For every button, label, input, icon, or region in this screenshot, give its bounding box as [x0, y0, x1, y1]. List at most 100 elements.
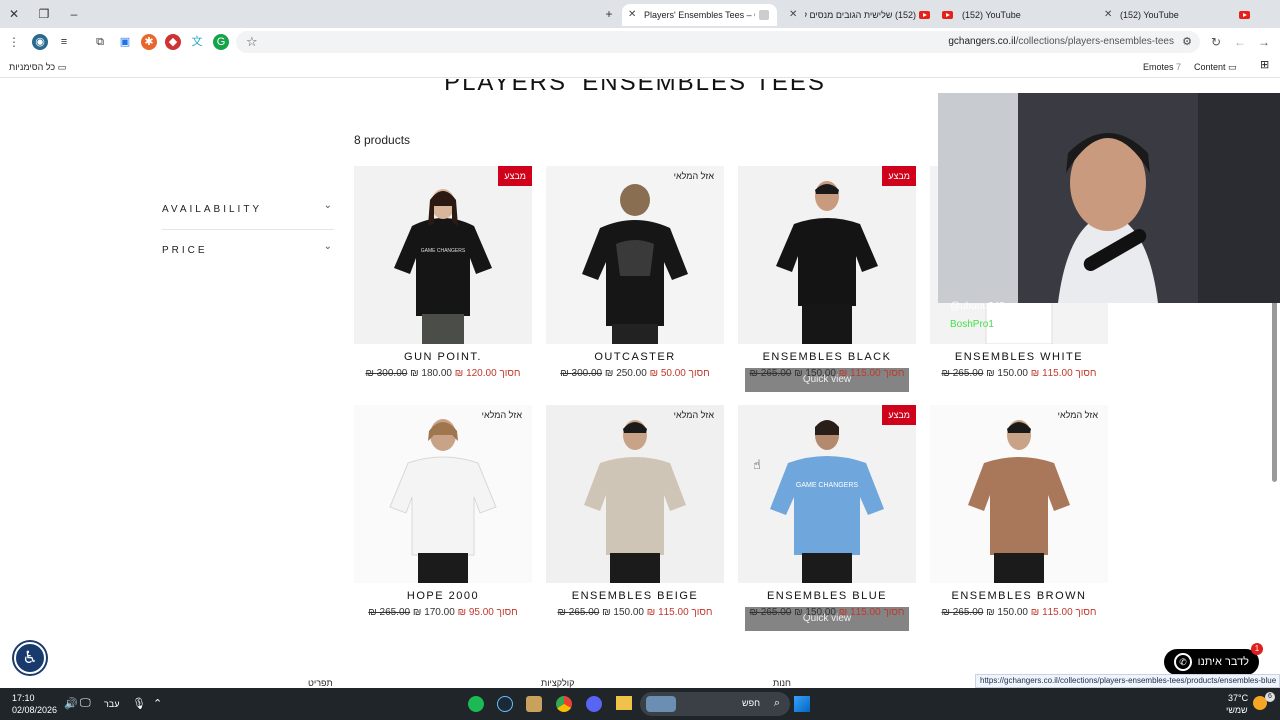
- bookmark-emotes[interactable]: Emotes 7: [1143, 61, 1181, 73]
- clock-time[interactable]: 17:10: [12, 693, 35, 703]
- microphone-icon[interactable]: 🎙: [132, 697, 146, 710]
- current-price: 170.00 ₪: [412, 607, 455, 618]
- menu-dots-icon[interactable]: ⋮: [6, 34, 22, 50]
- product-image[interactable]: [546, 405, 724, 583]
- product-image[interactable]: [738, 166, 916, 344]
- close-tab-icon[interactable]: ✕: [1104, 4, 1112, 26]
- extensions-icon[interactable]: ⧉: [92, 34, 108, 50]
- new-tab-icon[interactable]: +: [601, 6, 617, 22]
- product-name[interactable]: ENSEMBLES BROWN: [930, 590, 1108, 602]
- product-image[interactable]: GAME CHANGERS: [354, 166, 532, 344]
- product-price: חסוך 115.00 ₪ 150.00 ₪ 265.00 ₪: [930, 368, 1108, 379]
- close-window-icon[interactable]: ✕: [6, 6, 22, 22]
- product-card-hope-2000[interactable]: אזל המלאי HOPE 2000 חסוך 95.00 ₪ 170.00 …: [354, 405, 532, 635]
- discord-icon[interactable]: [586, 696, 602, 712]
- product-image[interactable]: [354, 405, 532, 583]
- extension-orange-icon[interactable]: ✱: [141, 34, 157, 50]
- address-bar[interactable]: ☆ gchangers.co.il/collections/players-en…: [236, 31, 1200, 53]
- bookmark-star-icon[interactable]: ☆: [246, 31, 258, 53]
- clock-date[interactable]: 02/08/2026: [12, 705, 57, 715]
- screenshot-extension-icon[interactable]: ▣: [117, 34, 133, 50]
- product-price: חסוך 115.00 ₪ 150.00 ₪ 265.00 ₪: [930, 607, 1108, 618]
- tab-youtube-video[interactable]: ✕ (152) שלישית הגובים מנסים לג...: [783, 4, 938, 26]
- minimize-window-icon[interactable]: –: [66, 6, 82, 22]
- tray-expand-icon[interactable]: ⌃: [153, 697, 162, 710]
- product-card-ensembles-brown[interactable]: אזל המלאי ENSEMBLES BROWN חסוך 115.00 ₪ …: [930, 405, 1108, 635]
- volume-icon[interactable]: 🔊: [64, 697, 78, 710]
- product-name[interactable]: ENSEMBLES BLACK: [738, 351, 916, 363]
- bookmark-content[interactable]: Content ▭: [1194, 61, 1237, 73]
- language-indicator[interactable]: עבר: [104, 699, 119, 709]
- link-status-bar: https://gchangers.co.il/collections/play…: [975, 674, 1280, 688]
- forward-icon[interactable]: ←: [1232, 34, 1248, 50]
- product-name[interactable]: GUN POINT.: [354, 351, 532, 363]
- temperature[interactable]: 37°C: [1228, 693, 1248, 703]
- sale-badge: מבצע: [498, 166, 532, 186]
- save-label: חסוך: [688, 368, 710, 379]
- extension-translate-icon[interactable]: 文: [189, 34, 205, 50]
- product-card-ensembles-black[interactable]: מבצע Quick view ENSEMBLES BLACK חסוך 115…: [738, 166, 916, 396]
- network-icon[interactable]: 🖵: [80, 697, 91, 710]
- bookmarks-bar: כל הסימניות ▭ Emotes 7 Content ▭ ⊞: [0, 56, 1280, 78]
- search-highlight-image: [646, 696, 676, 712]
- folder-icon: ▭: [1228, 62, 1237, 72]
- product-name[interactable]: HOPE 2000: [354, 590, 532, 602]
- weather-label[interactable]: שמשי: [1226, 705, 1248, 715]
- save-amount: 115.00 ₪: [838, 368, 881, 379]
- chrome-icon[interactable]: [556, 696, 572, 712]
- reload-icon[interactable]: ↻: [1208, 34, 1224, 50]
- current-price: 150.00 ₪: [794, 607, 836, 618]
- reading-list-icon[interactable]: ≡: [56, 34, 72, 50]
- product-card-ensembles-beige[interactable]: אזל המלאי ENSEMBLES BEIGE חסוך 115.00 ₪ …: [546, 405, 724, 635]
- tab-title: (152) YouTube: [962, 10, 1021, 20]
- current-price: 150.00 ₪: [602, 607, 644, 618]
- current-price: 150.00 ₪: [794, 368, 836, 379]
- save-amount: 115.00 ₪: [646, 607, 689, 618]
- whatsapp-icon: ✆: [1174, 653, 1192, 671]
- back-icon[interactable]: →: [1256, 34, 1272, 50]
- filter-price[interactable]: PRICE ⌄: [162, 231, 334, 271]
- tab-youtube-1[interactable]: (152) YouTube: [940, 4, 1095, 26]
- game-launcher-icon[interactable]: [526, 696, 542, 712]
- product-card-gun-point[interactable]: GAME CHANGERS מבצע GUN POINT. חסוך 120.0…: [354, 166, 532, 396]
- spotify-icon[interactable]: [468, 696, 484, 712]
- apps-grid-icon[interactable]: ⊞: [1260, 59, 1269, 71]
- windows-start-icon[interactable]: [794, 696, 810, 712]
- save-label: חסוך: [496, 607, 518, 618]
- folder-icon: ▭: [57, 62, 67, 72]
- site-settings-icon[interactable]: ⚙: [1180, 35, 1194, 49]
- steam-icon[interactable]: [497, 696, 513, 712]
- webcam-overlay: [938, 93, 1280, 303]
- product-image[interactable]: [930, 405, 1108, 583]
- notification-count[interactable]: 6: [1265, 692, 1275, 702]
- compare-price: 300.00 ₪: [365, 368, 408, 379]
- taskbar-search[interactable]: חפש ⌕: [640, 692, 790, 716]
- filter-availability[interactable]: AVAILABILITY ⌄: [162, 190, 334, 230]
- scrollbar-thumb[interactable]: [1272, 282, 1277, 482]
- grammarly-icon[interactable]: G: [213, 34, 229, 50]
- product-name[interactable]: ENSEMBLES BLUE: [738, 590, 916, 602]
- product-image[interactable]: GAME CHANGERS: [738, 405, 916, 583]
- chevron-down-icon: ⌄: [323, 241, 332, 252]
- product-card-outcaster[interactable]: אזל המלאי OUTCASTER חסוך 50.00 ₪ 250.00 …: [546, 166, 724, 396]
- all-bookmarks-label: כל הסימניות: [9, 62, 56, 72]
- chat-line: @ubuuu248 ...: [950, 301, 1016, 312]
- close-tab-icon[interactable]: ✕: [789, 4, 797, 26]
- accessibility-icon[interactable]: ♿: [14, 642, 46, 674]
- extension-red-icon[interactable]: ◆: [165, 34, 181, 50]
- product-card-ensembles-blue[interactable]: GAME CHANGERS מבצע Quick view ENSEMBLES …: [738, 405, 916, 635]
- product-image[interactable]: [546, 166, 724, 344]
- tab-youtube-2[interactable]: ✕ (152) YouTube: [1098, 4, 1258, 26]
- svg-text:GAME CHANGERS: GAME CHANGERS: [421, 248, 466, 254]
- file-explorer-icon[interactable]: [616, 696, 632, 710]
- tab-players-ensembles[interactable]: ✕ Players' Ensembles Tees – Game: [622, 4, 777, 26]
- all-bookmarks-link[interactable]: כל הסימניות ▭: [9, 61, 66, 73]
- emotes-icon: 7: [1176, 62, 1182, 72]
- product-name[interactable]: OUTCASTER: [546, 351, 724, 363]
- chat-widget-button[interactable]: ✆ לדבר איתנו 1: [1164, 643, 1263, 675]
- close-tab-icon[interactable]: ✕: [628, 4, 636, 26]
- profile-icon[interactable]: ◉: [32, 34, 48, 50]
- product-price: חסוך 120.00 ₪ 180.00 ₪ 300.00 ₪: [354, 368, 532, 379]
- restore-window-icon[interactable]: ❐: [36, 6, 52, 22]
- product-name[interactable]: ENSEMBLES BEIGE: [546, 590, 724, 602]
